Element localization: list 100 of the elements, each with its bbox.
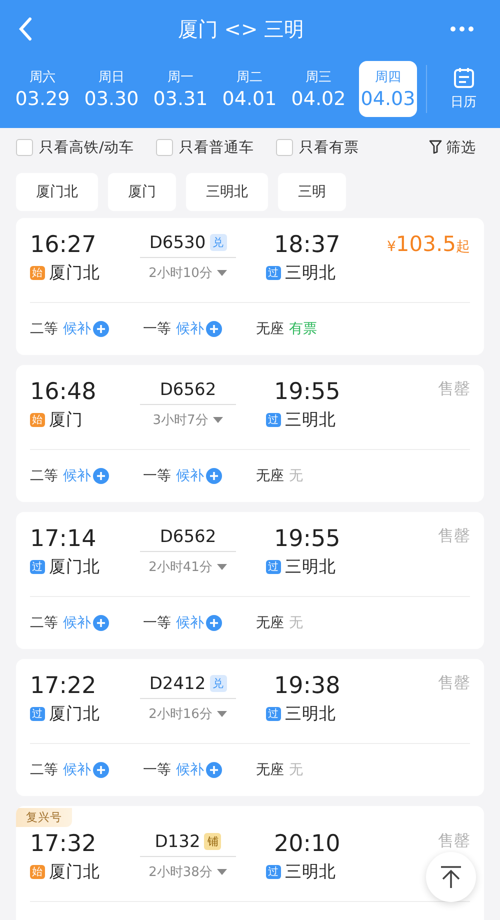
filter-checkbox[interactable]: 只看高铁/动车 (16, 138, 134, 156)
waitlist-button[interactable]: 候补 (176, 320, 222, 338)
plus-icon (93, 468, 109, 484)
station-tag: 过 (30, 706, 45, 722)
date-tab[interactable]: 周四 04.03 (359, 61, 417, 117)
waitlist-button[interactable]: 候补 (176, 467, 222, 485)
station-chip[interactable]: 三明北 (186, 173, 268, 211)
arrival-time: 19:38 (273, 673, 342, 699)
seat-status: 无 (289, 761, 303, 779)
train-number: D6562 (160, 526, 216, 546)
filter-button[interactable]: 筛选 (429, 138, 476, 156)
arrival-time: 19:55 (273, 526, 342, 552)
seat-class: 二等 (30, 761, 58, 779)
arrow-up-icon (440, 865, 462, 889)
seat-class: 二等 (30, 467, 58, 485)
seat-class: 无座 (256, 467, 284, 485)
calendar-icon (452, 67, 474, 89)
plus-icon (206, 321, 222, 337)
back-icon[interactable] (18, 17, 32, 41)
more-icon[interactable] (450, 26, 474, 32)
station-chip[interactable]: 厦门北 (16, 173, 98, 211)
filter-checkbox[interactable]: 只看普通车 (156, 138, 254, 156)
plus-icon (93, 321, 109, 337)
seat-class: 二等 (30, 614, 58, 632)
station-name: 三明北 (285, 861, 336, 883)
sold-out-status: 售罄 (438, 672, 470, 692)
train-card[interactable]: 17:22 D2412 兑 19:38 售罄 过 厦门北 2小时16分 过 三明北 二等 候补 一等 候补 无座 无 (16, 659, 484, 796)
station-name: 厦门北 (49, 262, 100, 284)
arrival-time: 20:10 (273, 831, 342, 857)
waitlist-button[interactable]: 候补 (176, 614, 222, 632)
plus-icon (206, 615, 222, 631)
caret-icon[interactable] (213, 417, 224, 423)
price: ¥103.5起 (386, 232, 470, 256)
duration: 2小时10分 (148, 265, 212, 282)
plus-icon (206, 468, 222, 484)
train-tag: 兑 (210, 234, 227, 251)
seat-class: 无座 (256, 320, 284, 338)
train-number: D6562 (160, 380, 216, 400)
date-tab[interactable]: 周日 03.30 (77, 61, 146, 117)
waitlist-button[interactable]: 候补 (63, 467, 109, 485)
station-tag: 过 (266, 864, 281, 880)
station-name: 三明北 (285, 262, 336, 284)
station-name: 三明北 (285, 556, 336, 578)
date-tab[interactable]: 周三 04.02 (284, 61, 353, 117)
waitlist-button[interactable]: 候补 (63, 614, 109, 632)
station-name: 厦门北 (49, 556, 100, 578)
station-chip[interactable]: 三明 (278, 173, 346, 211)
plus-icon (93, 762, 109, 778)
station-tag: 始 (30, 864, 45, 880)
train-number: D6530 (149, 232, 206, 252)
plus-icon (206, 762, 222, 778)
sold-out-status: 售罄 (438, 830, 470, 850)
waitlist-button[interactable]: 候补 (63, 761, 109, 779)
station-tag: 始 (30, 266, 45, 280)
duration: 2小时16分 (148, 706, 212, 723)
plus-icon (93, 615, 109, 631)
departure-time: 16:48 (30, 379, 98, 405)
sold-out-status: 售罄 (438, 525, 470, 545)
seat-class: 一等 (143, 614, 171, 632)
station-tag: 始 (30, 412, 45, 428)
station-tag: 过 (266, 560, 281, 574)
waitlist-button[interactable]: 候补 (63, 320, 109, 338)
seat-class: 无座 (256, 761, 284, 779)
station-chip[interactable]: 厦门 (108, 173, 176, 211)
caret-icon[interactable] (217, 869, 228, 875)
train-type-label: 复兴号 (16, 808, 72, 827)
arrival-time: 18:37 (273, 232, 342, 258)
train-card[interactable]: 17:14 D6562 19:55 售罄 过 厦门北 2小时41分 过 三明北 二等 候补 一等 候补 无座 无 (16, 512, 484, 649)
duration: 3小时7分 (152, 412, 208, 429)
filter-checkbox[interactable]: 只看有票 (276, 138, 359, 156)
date-tab[interactable]: 周二 04.01 (215, 61, 284, 117)
train-card[interactable]: 复兴号 17:32 D132 铺 20:10 售罄 始 厦门北 2小时38分 过 三明北 (16, 806, 484, 920)
station-tag: 过 (266, 266, 281, 280)
seat-class: 一等 (143, 320, 171, 338)
train-card[interactable]: 16:27 D6530 兑 18:37 ¥103.5起 始 厦门北 2小时10分 过 三明北 二等 候补 一等 候补 无座 有票 (16, 218, 484, 355)
station-tag: 过 (266, 706, 281, 722)
seat-class: 二等 (30, 320, 58, 338)
calendar-button[interactable]: 日历 (431, 67, 496, 111)
duration: 2小时41分 (148, 559, 212, 576)
waitlist-button[interactable]: 候补 (176, 761, 222, 779)
date-tab[interactable]: 周一 03.31 (146, 61, 215, 117)
station-name: 厦门 (49, 409, 83, 431)
seat-class: 一等 (143, 761, 171, 779)
caret-icon[interactable] (217, 270, 228, 276)
departure-time: 17:14 (30, 526, 98, 552)
route-title: 厦门 <> 三明 (176, 16, 306, 42)
train-number: D132 (154, 832, 200, 852)
sold-out-status: 售罄 (438, 378, 470, 398)
train-number: D2412 (149, 674, 206, 694)
station-name: 厦门北 (49, 861, 100, 883)
seat-class: 无座 (256, 614, 284, 632)
departure-time: 17:32 (30, 831, 98, 857)
departure-time: 16:27 (30, 232, 98, 258)
date-tab[interactable]: 周六 03.29 (8, 61, 77, 117)
caret-icon[interactable] (217, 711, 228, 717)
seat-status: 无 (289, 467, 303, 485)
caret-icon[interactable] (217, 564, 228, 570)
departure-time: 17:22 (30, 673, 98, 699)
train-card[interactable]: 16:48 D6562 19:55 售罄 始 厦门 3小时7分 过 三明北 二等 候补 一等 候补 无座 无 (16, 365, 484, 502)
filter-icon (429, 140, 442, 154)
